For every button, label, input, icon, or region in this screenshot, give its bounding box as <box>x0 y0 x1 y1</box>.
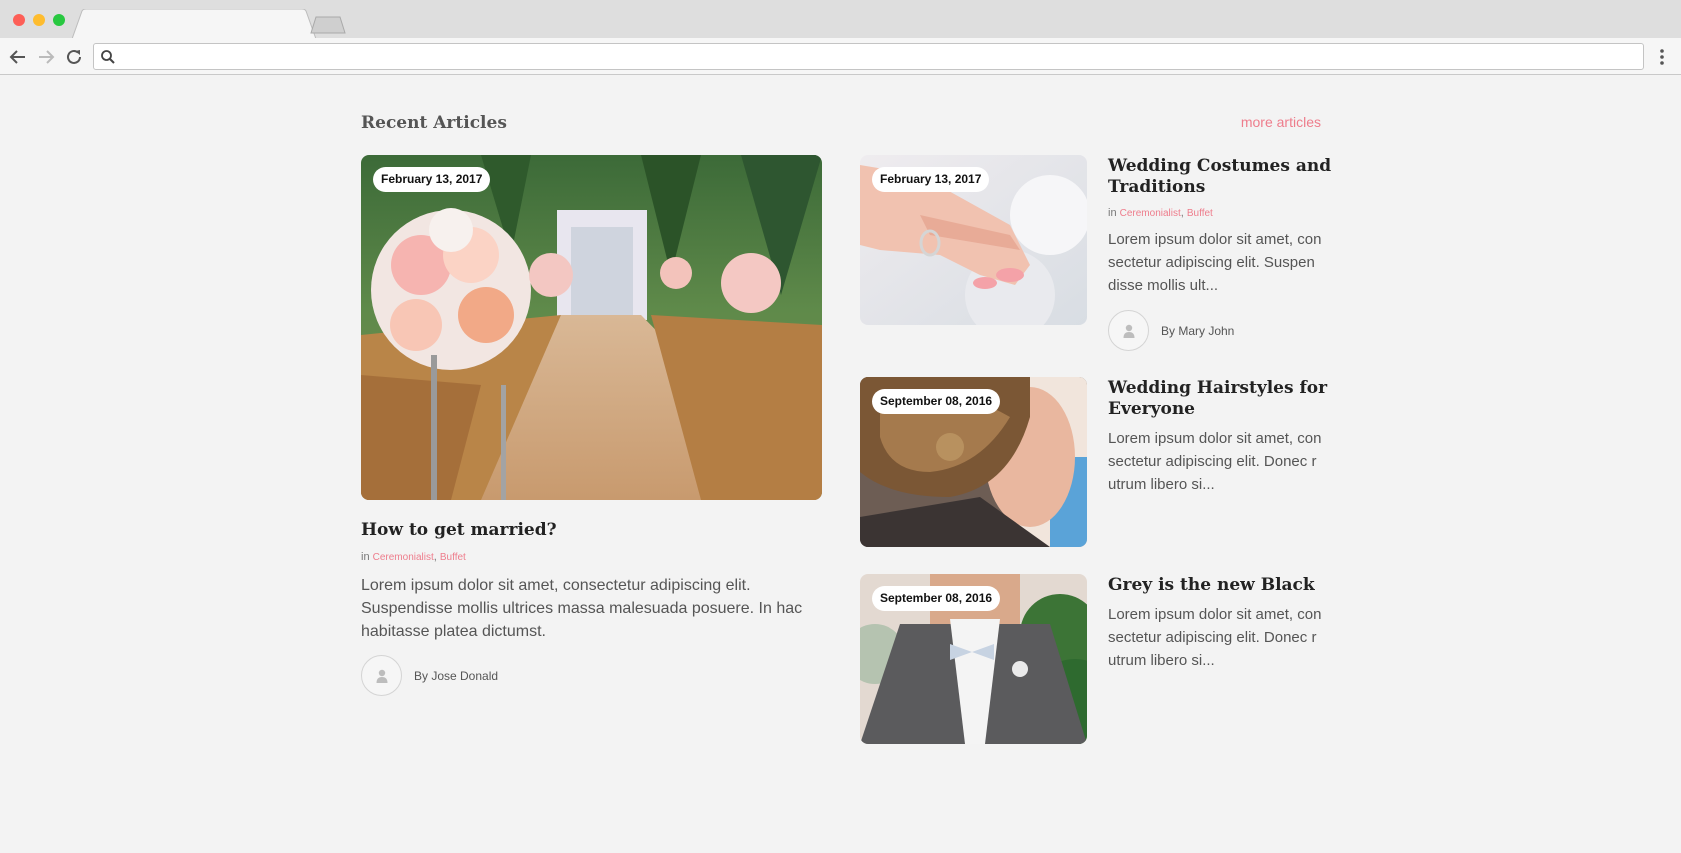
featured-excerpt: Lorem ipsum dolor sit amet, consectetur … <box>361 577 803 640</box>
article-excerpt-grey-black: Lorem ipsum dolor sit amet, consectetur … <box>1108 606 1322 669</box>
search-icon <box>100 49 116 65</box>
article-image-grey-suit[interactable]: September 08, 2016 <box>860 574 1087 744</box>
article-excerpt-hairstyles: Lorem ipsum dolor sit amet, consectetur … <box>1108 430 1322 493</box>
in-label: in <box>361 551 370 563</box>
author-name[interactable]: By Mary John <box>1161 324 1234 338</box>
category-link-buffet[interactable]: Buffet <box>1187 208 1213 219</box>
featured-date-badge: February 13, 2017 <box>373 167 491 192</box>
featured-category-line: in Ceremonialist, Buffet <box>361 551 466 563</box>
kebab-menu-icon[interactable] <box>1652 46 1672 68</box>
address-bar[interactable] <box>93 43 1644 70</box>
article-author: By Mary John <box>1108 310 1234 351</box>
close-window-button[interactable] <box>13 14 25 26</box>
article-title-hairstyles[interactable]: Wedding Hairstyles for Everyone <box>1108 378 1333 420</box>
active-tab[interactable] <box>72 9 316 39</box>
article-date-badge: September 08, 2016 <box>872 389 1001 414</box>
reload-icon[interactable] <box>63 46 85 68</box>
back-arrow-icon[interactable] <box>7 46 29 68</box>
article-date-badge: February 13, 2017 <box>872 167 990 192</box>
article-excerpt-costumes: Lorem ipsum dolor sit amet, consectetur … <box>1108 231 1322 294</box>
minimize-window-button[interactable] <box>33 14 45 26</box>
browser-tab-bar <box>0 0 1681 39</box>
avatar-icon <box>1108 310 1149 351</box>
category-link-ceremonialist[interactable]: Ceremonialist <box>373 552 434 563</box>
new-tab-button[interactable] <box>310 16 346 34</box>
article-image-costumes[interactable]: February 13, 2017 <box>860 155 1087 325</box>
avatar-icon <box>361 655 402 696</box>
article-category-line: in Ceremonialist, Buffet <box>1108 207 1213 219</box>
article-date-badge: September 08, 2016 <box>872 586 1001 611</box>
featured-author: By Jose Donald <box>361 655 498 696</box>
browser-toolbar <box>0 38 1681 75</box>
section-title: Recent Articles <box>361 113 507 133</box>
article-title-costumes[interactable]: Wedding Costumes and Traditions <box>1108 156 1333 198</box>
maximize-window-button[interactable] <box>53 14 65 26</box>
featured-article-title[interactable]: How to get married? <box>361 520 557 540</box>
category-link-ceremonialist[interactable]: Ceremonialist <box>1120 208 1181 219</box>
more-articles-link[interactable]: more articles <box>1200 114 1321 130</box>
article-image-hairstyles[interactable]: September 08, 2016 <box>860 377 1087 547</box>
forward-arrow-icon[interactable] <box>35 46 57 68</box>
author-name[interactable]: By Jose Donald <box>414 669 498 683</box>
featured-article-image[interactable]: February 13, 2017 <box>361 155 822 500</box>
in-label: in <box>1108 207 1117 219</box>
category-link-buffet[interactable]: Buffet <box>440 552 466 563</box>
article-title-grey-black[interactable]: Grey is the new Black <box>1108 575 1333 596</box>
